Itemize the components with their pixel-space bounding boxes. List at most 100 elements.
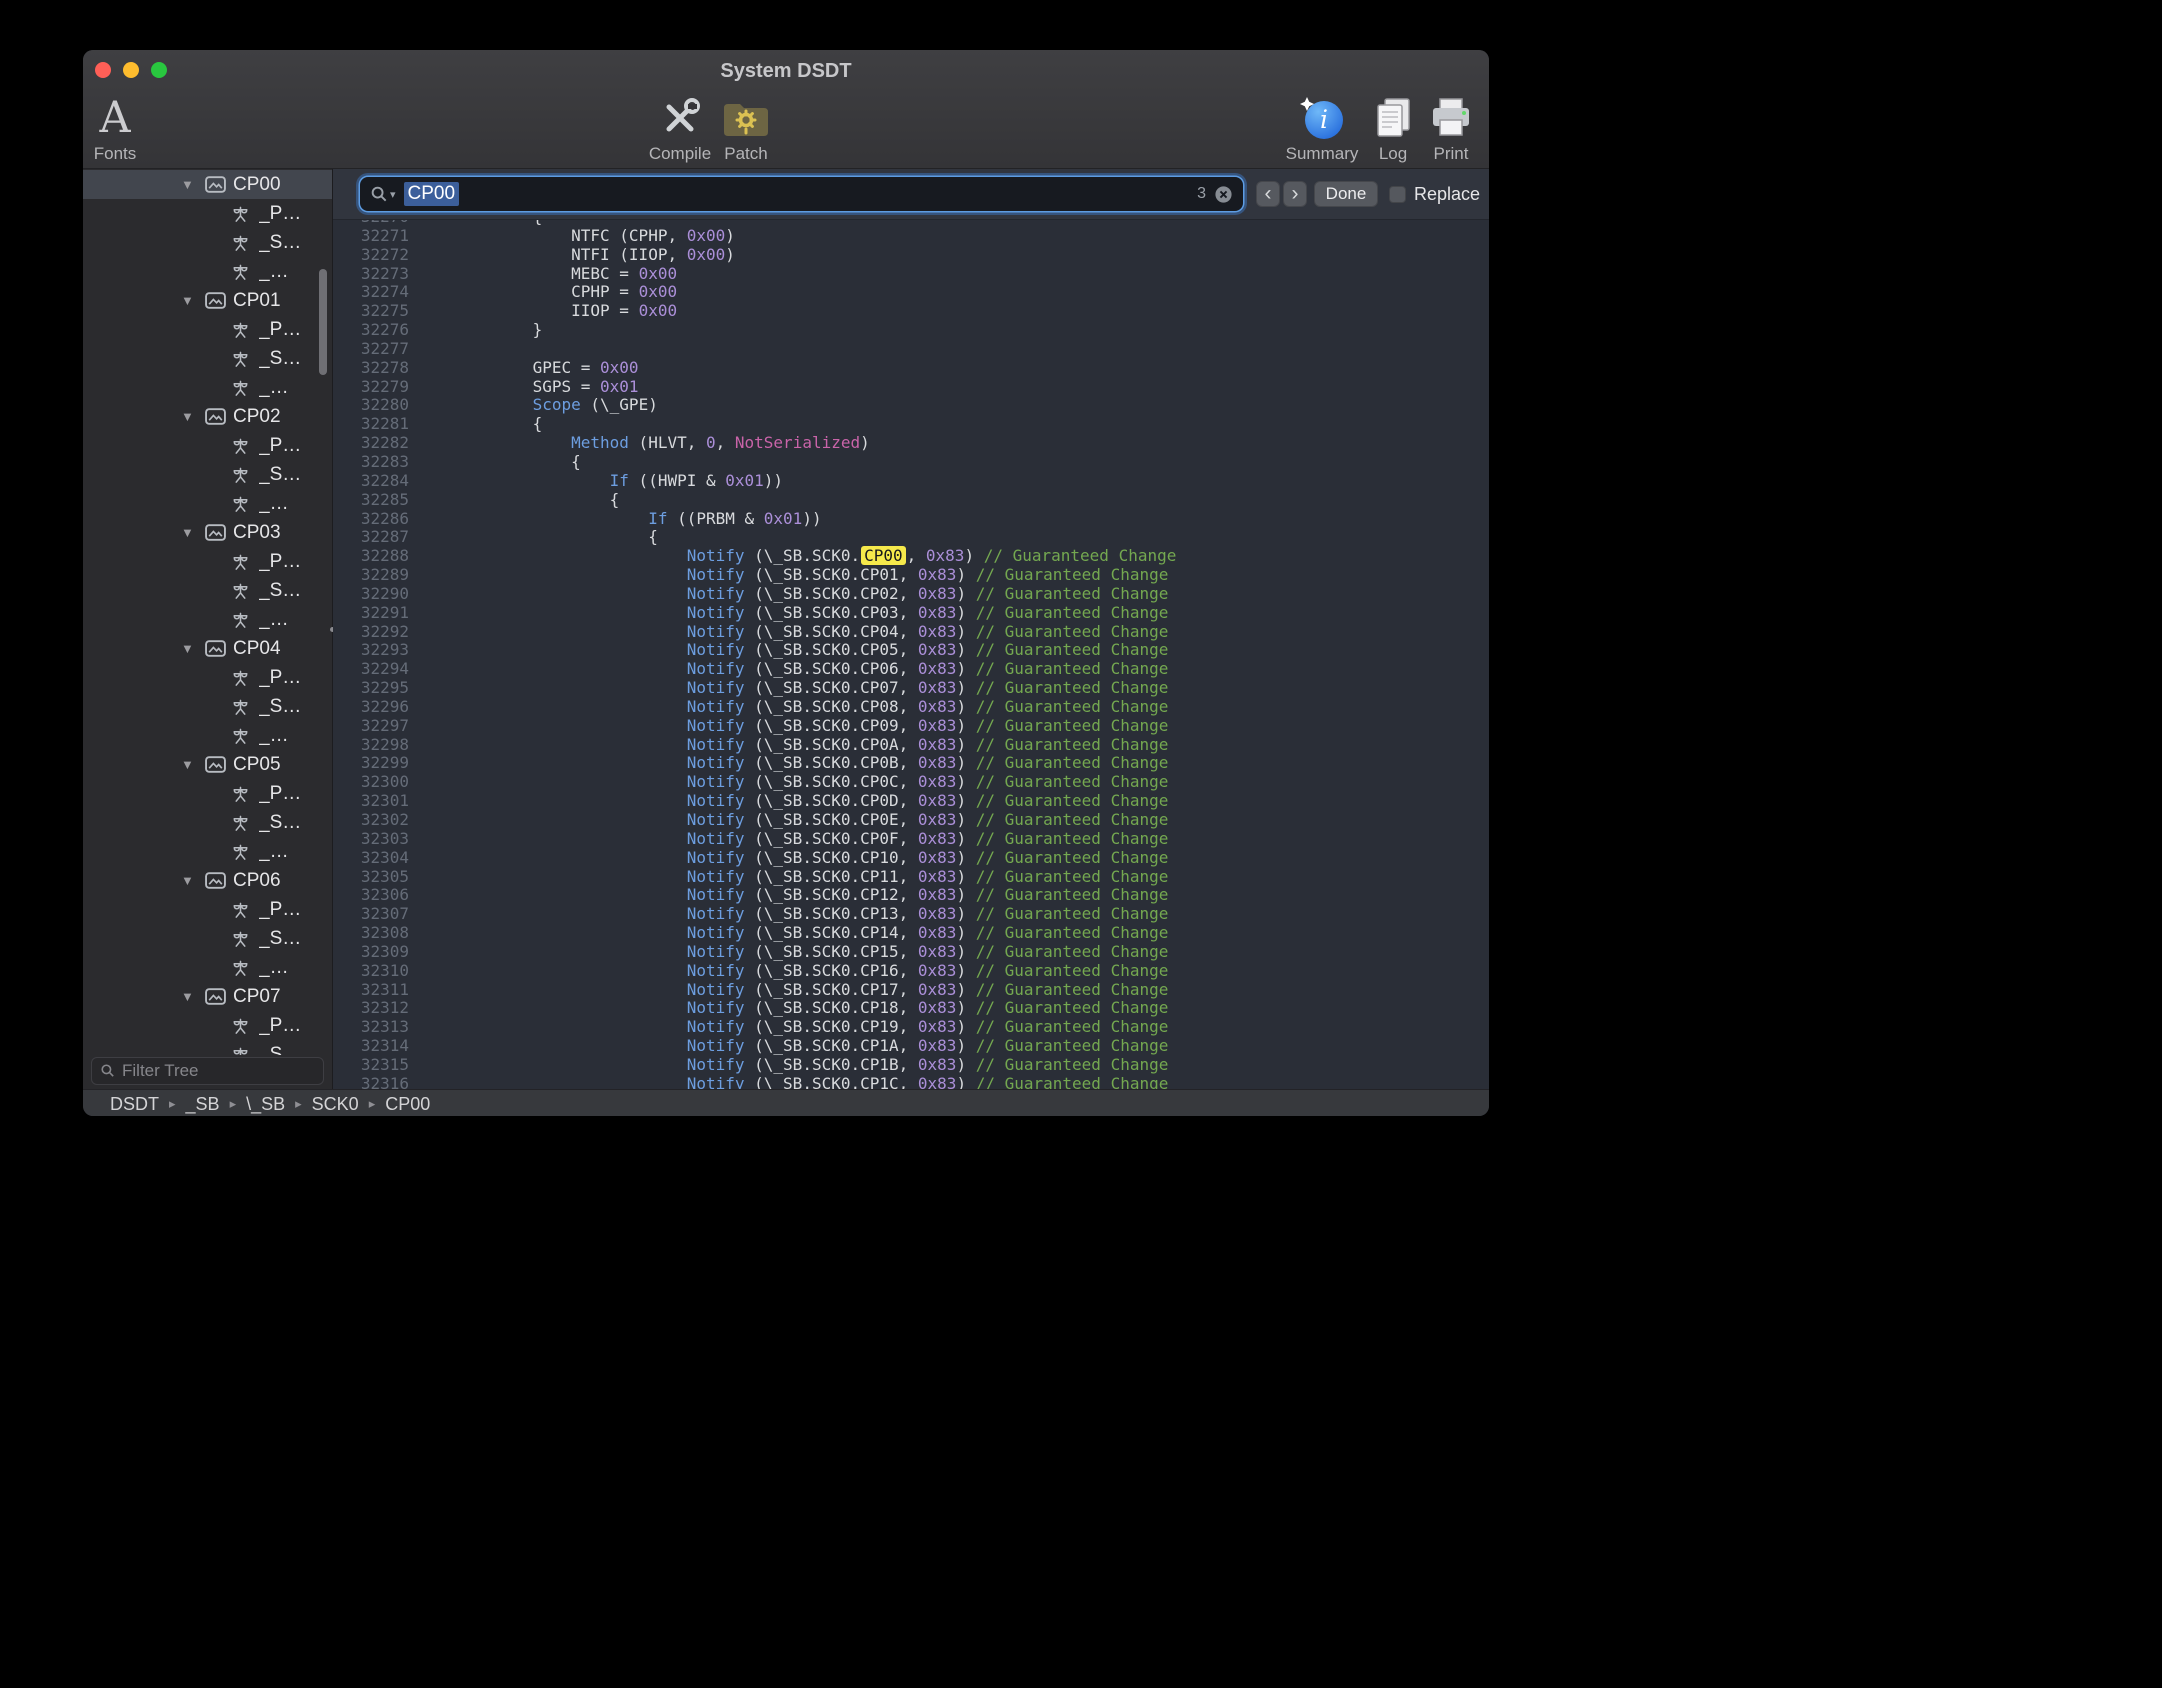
code-line: 32299 Notify (\_SB.SCK0.CP0B, 0x83) // G… [333, 754, 1489, 773]
zoom-button[interactable] [151, 62, 167, 78]
print-button[interactable]: Print [1406, 91, 1489, 164]
tree-item-child[interactable]: _… [83, 257, 332, 286]
disclosure-triangle-icon[interactable]: ▼ [181, 641, 205, 656]
fonts-button[interactable]: A Fonts [83, 91, 160, 164]
processor-icon [205, 291, 233, 310]
replace-checkbox[interactable] [1389, 186, 1406, 203]
tree-item-child[interactable]: _P… [83, 895, 332, 924]
tree-item-cp00[interactable]: ▼CP00 [83, 170, 332, 199]
tree-item-child[interactable]: _S… [83, 692, 332, 721]
minimize-button[interactable] [123, 62, 139, 78]
code-line: 32296 Notify (\_SB.SCK0.CP08, 0x83) // G… [333, 698, 1489, 717]
code-line: 32305 Notify (\_SB.SCK0.CP11, 0x83) // G… [333, 868, 1489, 887]
line-number: 32297 [333, 717, 409, 736]
tree-item-child[interactable]: _P… [83, 663, 332, 692]
tree-item-child[interactable]: _P… [83, 547, 332, 576]
line-number: 32316 [333, 1075, 409, 1089]
code-line: 32308 Notify (\_SB.SCK0.CP14, 0x83) // G… [333, 924, 1489, 943]
method-icon [231, 900, 259, 920]
tree-item-child[interactable]: _S… [83, 460, 332, 489]
tree-item-child[interactable]: _… [83, 489, 332, 518]
breadcrumb-item[interactable]: DSDT [110, 1094, 159, 1115]
tree-item-cp05[interactable]: ▼CP05 [83, 750, 332, 779]
code-text: { [409, 491, 619, 510]
disclosure-triangle-icon[interactable]: ▼ [181, 989, 205, 1004]
method-icon [231, 813, 259, 833]
tree-item-child[interactable]: _P… [83, 1011, 332, 1040]
code-line: 32276 } [333, 321, 1489, 340]
method-icon [231, 349, 259, 369]
code-text: Notify (\_SB.SCK0.CP0C, 0x83) // Guarant… [409, 773, 1168, 792]
tree-item-cp06[interactable]: ▼CP06 [83, 866, 332, 895]
disclosure-triangle-icon[interactable]: ▼ [181, 873, 205, 888]
line-number: 32276 [333, 321, 409, 340]
code-text: Notify (\_SB.SCK0.CP06, 0x83) // Guarant… [409, 660, 1168, 679]
clear-search-icon[interactable] [1214, 185, 1233, 204]
tree-item-child[interactable]: _… [83, 721, 332, 750]
code-line: 32290 Notify (\_SB.SCK0.CP02, 0x83) // G… [333, 585, 1489, 604]
tree-item-child[interactable]: _S… [83, 808, 332, 837]
line-number: 32298 [333, 736, 409, 755]
find-next-button[interactable]: › [1283, 181, 1307, 207]
disclosure-triangle-icon[interactable]: ▼ [181, 293, 205, 308]
replace-label: Replace [1414, 184, 1480, 205]
code-text: { [409, 453, 581, 472]
tree-item-cp03[interactable]: ▼CP03 [83, 518, 332, 547]
close-button[interactable] [95, 62, 111, 78]
titlebar[interactable]: System DSDT [83, 50, 1489, 90]
tree-item-cp04[interactable]: ▼CP04 [83, 634, 332, 663]
disclosure-triangle-icon[interactable]: ▼ [181, 177, 205, 192]
search-icon [370, 185, 389, 204]
tree-item-child[interactable]: _… [83, 373, 332, 402]
done-button[interactable]: Done [1314, 181, 1378, 207]
sidebar-tree[interactable]: ▼CP00_P…_S…_…▼CP01_P…_S…_…▼CP02_P…_S…_…▼… [83, 170, 332, 1069]
method-icon [231, 1016, 259, 1036]
tree-item-label: _S… [259, 812, 301, 834]
code-line: 32294 Notify (\_SB.SCK0.CP06, 0x83) // G… [333, 660, 1489, 679]
code-line: 32273 MEBC = 0x00 [333, 265, 1489, 284]
tree-item-cp02[interactable]: ▼CP02 [83, 402, 332, 431]
filter-tree-input[interactable]: Filter Tree [91, 1057, 324, 1085]
breadcrumb-item[interactable]: SCK0 [312, 1094, 359, 1115]
tree-item-child[interactable]: _P… [83, 199, 332, 228]
tree-item-cp07[interactable]: ▼CP07 [83, 982, 332, 1011]
line-number: 32307 [333, 905, 409, 924]
line-number: 32294 [333, 660, 409, 679]
tree-item-child[interactable]: _P… [83, 315, 332, 344]
code-editor[interactable]: 32270 {32271 NTFC (CPHP, 0x00)32272 NTFI… [333, 220, 1489, 1089]
tree-item-child[interactable]: _S… [83, 344, 332, 373]
tree-item-cp01[interactable]: ▼CP01 [83, 286, 332, 315]
disclosure-triangle-icon[interactable]: ▼ [181, 757, 205, 772]
breadcrumb[interactable]: DSDT▸_SB▸\_SB▸SCK0▸CP00 [110, 1094, 430, 1115]
code-text: Notify (\_SB.SCK0.CP0D, 0x83) // Guarant… [409, 792, 1168, 811]
line-number: 32301 [333, 792, 409, 811]
tree-item-child[interactable]: _P… [83, 779, 332, 808]
code-text: Notify (\_SB.SCK0.CP16, 0x83) // Guarant… [409, 962, 1168, 981]
code-line: 32291 Notify (\_SB.SCK0.CP03, 0x83) // G… [333, 604, 1489, 623]
code-lines: 32270 {32271 NTFC (CPHP, 0x00)32272 NTFI… [333, 220, 1489, 1089]
line-number: 32287 [333, 528, 409, 547]
breadcrumb-item[interactable]: \_SB [246, 1094, 285, 1115]
breadcrumb-item[interactable]: CP00 [385, 1094, 430, 1115]
code-line: 32315 Notify (\_SB.SCK0.CP1B, 0x83) // G… [333, 1056, 1489, 1075]
tree-item-label: _P… [259, 435, 301, 457]
tree-item-child[interactable]: _P… [83, 431, 332, 460]
code-text: Notify (\_SB.SCK0.CP0E, 0x83) // Guarant… [409, 811, 1168, 830]
tree-item-child[interactable]: _… [83, 953, 332, 982]
sidebar-scrollbar[interactable] [319, 269, 327, 375]
line-number: 32299 [333, 754, 409, 773]
line-number: 32296 [333, 698, 409, 717]
disclosure-triangle-icon[interactable]: ▼ [181, 525, 205, 540]
search-magnifier[interactable]: ▾ [370, 185, 396, 204]
find-search-field[interactable]: ▾ CP00 3 [360, 177, 1243, 211]
tree-item-child[interactable]: _S… [83, 576, 332, 605]
code-line: 32300 Notify (\_SB.SCK0.CP0C, 0x83) // G… [333, 773, 1489, 792]
tree-item-child[interactable]: _S… [83, 924, 332, 953]
disclosure-triangle-icon[interactable]: ▼ [181, 409, 205, 424]
breadcrumb-item[interactable]: _SB [186, 1094, 220, 1115]
patch-button[interactable]: Patch [701, 91, 791, 164]
tree-item-child[interactable]: _… [83, 605, 332, 634]
find-previous-button[interactable]: ‹ [1256, 181, 1280, 207]
tree-item-child[interactable]: _S… [83, 228, 332, 257]
tree-item-child[interactable]: _… [83, 837, 332, 866]
